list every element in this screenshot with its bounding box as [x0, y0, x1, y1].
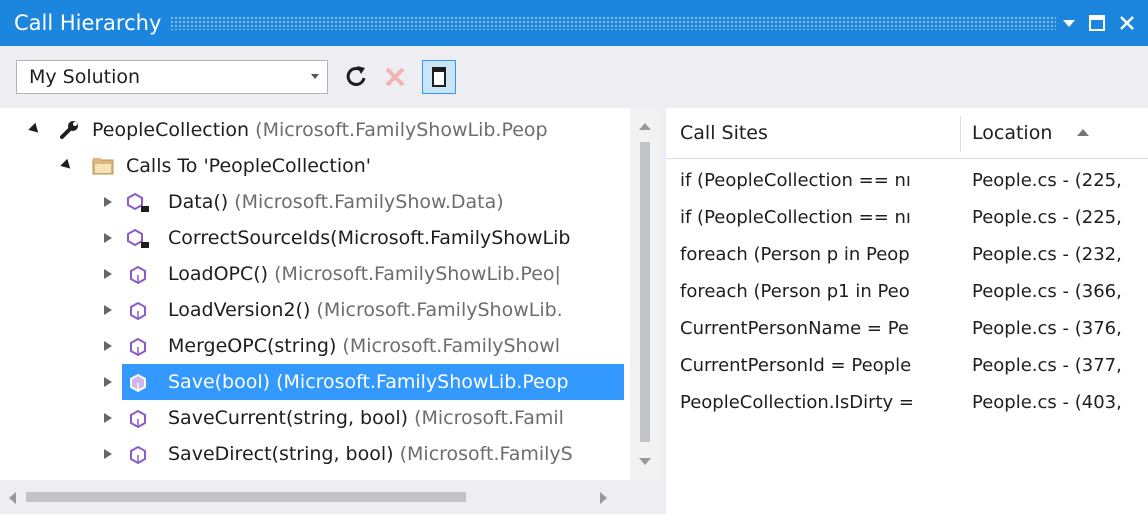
root-detail: (Microsoft.FamilyShowLib.Peop [255, 119, 548, 141]
scroll-up-arrow-icon[interactable] [637, 120, 653, 132]
location-cell: People.cs - (225, [972, 170, 1122, 191]
tree-item[interactable]: LoadOPC() (Microsoft.FamilyShowLib.Peo| [0, 256, 630, 292]
call-site-cell: foreach (Person p1 in Peo [680, 281, 910, 302]
item-detail: (Microsoft.FamilyShowLib.Peop [276, 371, 569, 393]
item-name: Save(bool) [168, 371, 271, 393]
table-row[interactable]: if (PeopleCollection == nı People.cs - (… [666, 199, 1148, 236]
collapse-arrow-icon[interactable] [104, 449, 112, 459]
sort-ascending-icon [1077, 129, 1089, 136]
tree-row-root[interactable]: PeopleCollection (Microsoft.FamilyShowLi… [0, 112, 630, 148]
call-site-cell: foreach (Person p in Peop [680, 244, 910, 265]
window-title: Call Hierarchy [14, 11, 162, 35]
item-detail: (Microsoft.FamilyShowLib.Peo| [274, 263, 561, 285]
folder-icon [92, 158, 114, 175]
method-icon [130, 373, 146, 393]
private-method-icon [127, 192, 149, 212]
location-cell: People.cs - (232, [972, 244, 1122, 265]
table-row[interactable]: foreach (Person p1 in Peo People.cs - (3… [666, 273, 1148, 310]
table-row[interactable]: CurrentPersonId = People People.cs - (37… [666, 347, 1148, 384]
title-bar: Call Hierarchy [0, 0, 1148, 46]
refresh-icon[interactable] [340, 60, 374, 94]
item-name: LoadVersion2() [168, 299, 311, 321]
collapse-arrow-icon[interactable] [104, 305, 112, 315]
group-label: Calls To 'PeopleCollection' [126, 155, 371, 177]
tree-item[interactable]: SaveCurrent(string, bool) (Microsoft.Fam… [0, 400, 630, 436]
tree-vertical-scrollbar[interactable] [630, 108, 660, 480]
tree-row-group[interactable]: Calls To 'PeopleCollection' [0, 148, 630, 184]
collapse-arrow-icon[interactable] [104, 233, 112, 243]
location-cell: People.cs - (377, [972, 355, 1122, 376]
tree-item[interactable]: Data() (Microsoft.FamilyShow.Data) [0, 184, 630, 220]
chevron-down-icon [311, 74, 319, 79]
root-name: PeopleCollection [92, 119, 250, 141]
private-method-icon [127, 228, 149, 248]
location-cell: People.cs - (225, [972, 207, 1122, 228]
collapse-arrow-icon[interactable] [104, 269, 112, 279]
collapse-arrow-icon[interactable] [104, 341, 112, 351]
cancel-icon[interactable] [378, 60, 412, 94]
expand-arrow-icon[interactable] [60, 158, 74, 173]
method-icon [130, 409, 146, 429]
item-name: SaveDirect(string, bool) [168, 443, 394, 465]
tree-item-selected[interactable]: Save(bool) (Microsoft.FamilyShowLib.Peop [0, 364, 630, 400]
table-row[interactable]: PeopleCollection.IsDirty = People.cs - (… [666, 384, 1148, 421]
item-name: LoadOPC() [168, 263, 269, 285]
toggle-details-icon [432, 67, 446, 87]
location-cell: People.cs - (403, [972, 392, 1122, 413]
item-name: MergeOPC(string) [168, 335, 337, 357]
call-site-cell: if (PeopleCollection == nı [680, 207, 911, 228]
method-icon [130, 445, 146, 465]
call-site-cell: if (PeopleCollection == nı [680, 170, 911, 191]
title-bar-grip [170, 16, 1056, 30]
close-icon[interactable] [1116, 12, 1138, 34]
item-name: CorrectSourceIds(Microsoft.FamilyShowLib [168, 227, 571, 249]
column-separator[interactable] [960, 116, 961, 152]
table-row[interactable]: CurrentPersonName = Pe People.cs - (376, [666, 310, 1148, 347]
tree-item[interactable]: LoadVersion2() (Microsoft.FamilyShowLib. [0, 292, 630, 328]
scroll-down-arrow-icon[interactable] [637, 456, 653, 468]
item-detail: (Microsoft.FamilyS [399, 443, 573, 465]
wrench-icon [60, 121, 78, 139]
tree-horizontal-scrollbar[interactable] [0, 480, 660, 514]
toggle-details-button[interactable] [422, 60, 456, 94]
method-icon [130, 337, 146, 357]
method-icon [130, 265, 146, 285]
call-tree-pane: PeopleCollection (Microsoft.FamilyShowLi… [0, 108, 660, 514]
collapse-arrow-icon[interactable] [104, 413, 112, 423]
item-detail: (Microsoft.FamilyShowLib. [316, 299, 563, 321]
collapse-arrow-icon[interactable] [104, 197, 112, 207]
column-header-call-sites[interactable]: Call Sites [680, 108, 768, 158]
vertical-scroll-thumb[interactable] [640, 142, 650, 442]
table-row[interactable]: foreach (Person p in Peop People.cs - (2… [666, 236, 1148, 273]
tree-item[interactable]: MergeOPC(string) (Microsoft.FamilyShowl [0, 328, 630, 364]
tree-item[interactable]: CorrectSourceIds(Microsoft.FamilyShowLib [0, 220, 630, 256]
location-cell: People.cs - (376, [972, 318, 1122, 339]
method-icon [130, 301, 146, 321]
grid-header: Call Sites Location [666, 108, 1148, 159]
maximize-icon[interactable] [1086, 12, 1108, 34]
tree-item[interactable]: SaveDirect(string, bool) (Microsoft.Fami… [0, 436, 630, 472]
call-site-cell: CurrentPersonId = People [680, 355, 912, 376]
window-menu-dropdown-icon[interactable] [1058, 12, 1080, 34]
table-row[interactable]: if (PeopleCollection == nı People.cs - (… [666, 162, 1148, 199]
item-detail: (Microsoft.FamilyShowl [342, 335, 561, 357]
scroll-left-arrow-icon[interactable] [6, 490, 20, 506]
column-header-location[interactable]: Location [972, 108, 1052, 158]
item-name: SaveCurrent(string, bool) [168, 407, 409, 429]
collapse-arrow-icon[interactable] [104, 377, 112, 387]
call-site-cell: CurrentPersonName = Pe [680, 318, 910, 339]
scroll-right-arrow-icon[interactable] [596, 490, 610, 506]
item-detail: (Microsoft.FamilyShow.Data) [234, 191, 504, 213]
call-sites-pane: Call Sites Location if (PeopleCollection… [666, 108, 1148, 514]
call-site-cell: PeopleCollection.IsDirty = [680, 392, 915, 413]
scope-dropdown[interactable]: My Solution [16, 60, 328, 94]
toolbar: My Solution [0, 46, 1148, 108]
item-name: Data() [168, 191, 229, 213]
location-cell: People.cs - (366, [972, 281, 1122, 302]
content-area: PeopleCollection (Microsoft.FamilyShowLi… [0, 108, 1148, 514]
scope-dropdown-value: My Solution [29, 66, 141, 88]
item-detail: (Microsoft.Famil [414, 407, 564, 429]
horizontal-scroll-thumb[interactable] [26, 492, 466, 502]
expand-arrow-icon[interactable] [28, 122, 42, 137]
